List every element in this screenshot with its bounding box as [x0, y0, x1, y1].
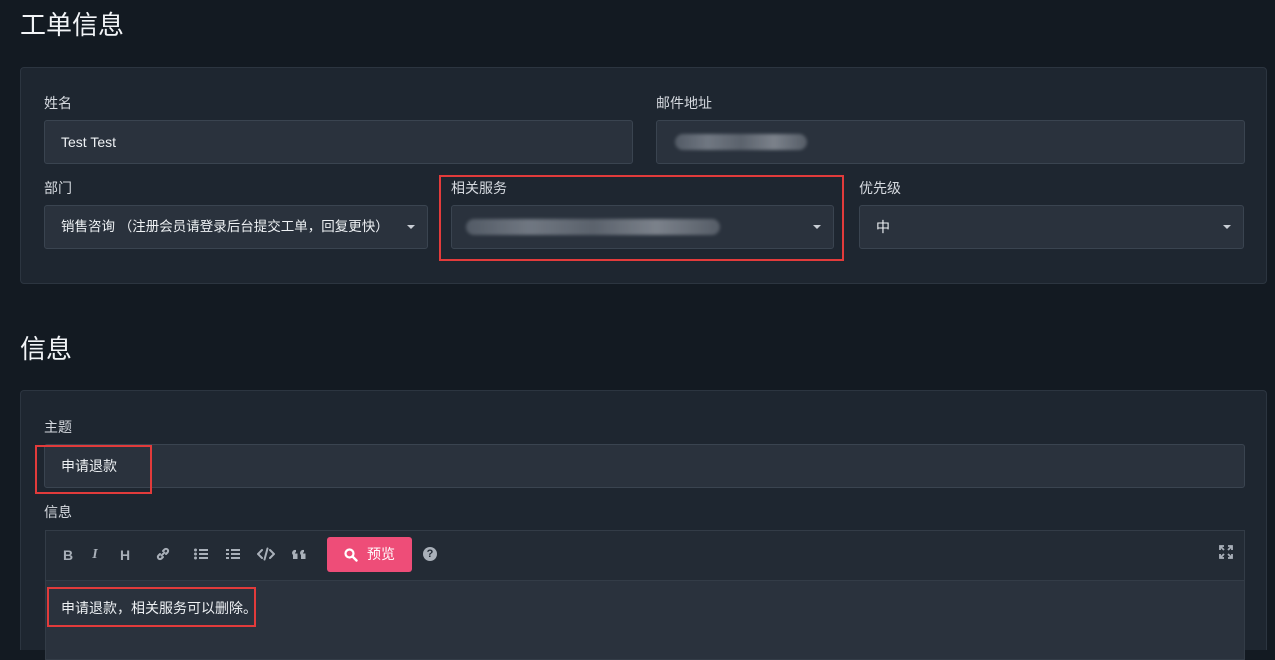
department-label: 部门 [44, 180, 72, 196]
ticket-info-panel: 姓名 Test Test 邮件地址 部门 销售咨询 （注册会员请登录后台提交工单… [20, 67, 1267, 284]
bold-icon[interactable]: B [59, 546, 77, 564]
subject-field[interactable]: 申请退款 [44, 444, 1245, 488]
heading-icon[interactable]: H [116, 546, 134, 564]
caret-down-icon [407, 225, 415, 229]
department-value: 销售咨询 （注册会员请登录后台提交工单，回复更快） [61, 219, 389, 234]
message-panel: 主题 申请退款 信息 B I H 预览 ? 申请退款，相关服务可以删除。 [20, 390, 1267, 660]
message-title: 信息 [20, 334, 73, 364]
message-label: 信息 [44, 504, 72, 520]
email-label: 邮件地址 [656, 95, 712, 111]
preview-label: 预览 [367, 546, 395, 562]
priority-select[interactable]: 中 [859, 205, 1244, 249]
quote-icon[interactable] [291, 546, 309, 566]
caret-down-icon [1223, 225, 1231, 229]
subject-label: 主题 [44, 419, 72, 435]
caret-down-icon [813, 225, 821, 229]
code-icon[interactable] [256, 546, 276, 566]
link-icon[interactable] [154, 546, 172, 566]
priority-value: 中 [876, 219, 890, 235]
priority-label: 优先级 [859, 180, 901, 196]
name-field[interactable]: Test Test [44, 120, 633, 164]
department-select[interactable]: 销售咨询 （注册会员请登录后台提交工单，回复更快） [44, 205, 428, 249]
preview-button[interactable]: 预览 [327, 537, 412, 572]
redacted-email [675, 134, 807, 150]
help-icon[interactable]: ? [423, 547, 437, 561]
redacted-service [466, 219, 720, 235]
fullscreen-icon[interactable] [1219, 545, 1233, 564]
service-label: 相关服务 [451, 180, 507, 196]
message-editor[interactable]: 申请退款，相关服务可以删除。 [45, 580, 1245, 660]
service-select[interactable] [451, 205, 834, 249]
editor-text: 申请退款，相关服务可以删除。 [61, 600, 257, 616]
search-icon [344, 548, 358, 562]
editor-toolbar: B I H 预览 ? [45, 530, 1245, 580]
ticket-info-title: 工单信息 [20, 10, 125, 40]
italic-icon[interactable]: I [86, 546, 104, 564]
name-label: 姓名 [44, 95, 72, 111]
email-field[interactable] [656, 120, 1245, 164]
numbered-list-icon[interactable] [224, 546, 242, 566]
bullet-list-icon[interactable] [192, 546, 210, 566]
